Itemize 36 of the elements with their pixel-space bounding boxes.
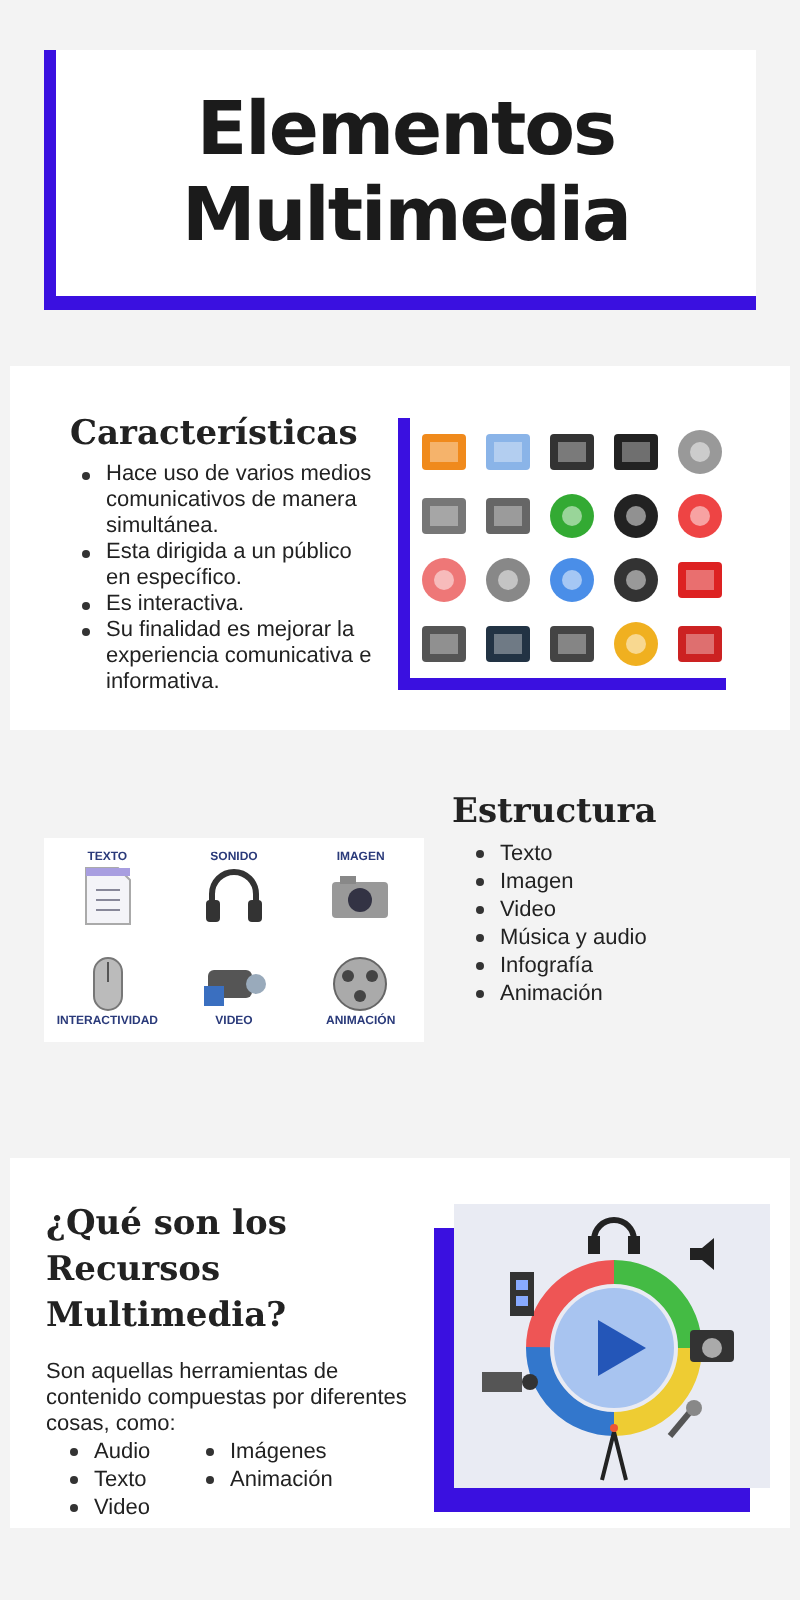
bullet-dot: [476, 962, 484, 970]
bullet-dot: [206, 1447, 214, 1456]
bullet-dot: [476, 990, 484, 998]
bullet-dot: [206, 1475, 214, 1484]
list-item-text: Video: [94, 1493, 150, 1522]
list-item-text: Hace uso de varios medios comunicativos de manera simultánea.: [106, 462, 374, 540]
page-title: Multimedia: [182, 173, 630, 259]
list-item-text: Imagen: [500, 868, 574, 896]
bullet-dot: [70, 1503, 78, 1512]
description-text: Son aquellas herramientas de contenido compuestas por diferentes cosas, como:: [46, 1359, 409, 1438]
bullet-dot: [82, 602, 90, 610]
list-item-text: Esta dirigida a un público en específico.: [106, 540, 354, 592]
list-item-text: Texto: [500, 840, 553, 868]
bullet-dot: [476, 850, 484, 858]
list-item-text: Infografía: [500, 952, 593, 980]
bullet-dot: [70, 1447, 78, 1456]
list-item-text: Audio: [94, 1437, 151, 1466]
list-item-text: Música y audio: [500, 924, 647, 952]
section-heading: Estructura: [452, 792, 657, 832]
bullet-dot: [476, 906, 484, 914]
bullet-dot: [82, 472, 90, 480]
bullet-dot: [82, 550, 90, 558]
list-item-text: Animación: [500, 980, 603, 1008]
list-item-text: Su finalidad es mejorar la experiencia comunicativa e informativa.: [106, 618, 374, 696]
bullet-dot: [476, 934, 484, 942]
section-heading: ¿Qué son los Recursos Multimedia?: [46, 1202, 289, 1340]
bullet-dot: [70, 1475, 78, 1484]
bullet-dot: [82, 628, 90, 636]
list-item-text: Es interactiva.: [106, 592, 245, 618]
list-item-text: Texto: [94, 1465, 147, 1494]
section-heading: Características: [70, 414, 360, 454]
list-item-text: Video: [500, 896, 556, 924]
list-item-text: Imágenes: [230, 1437, 327, 1466]
page-title: Elementos: [196, 87, 616, 173]
bullet-dot: [476, 878, 484, 886]
list-item-text: Animación: [230, 1465, 333, 1494]
